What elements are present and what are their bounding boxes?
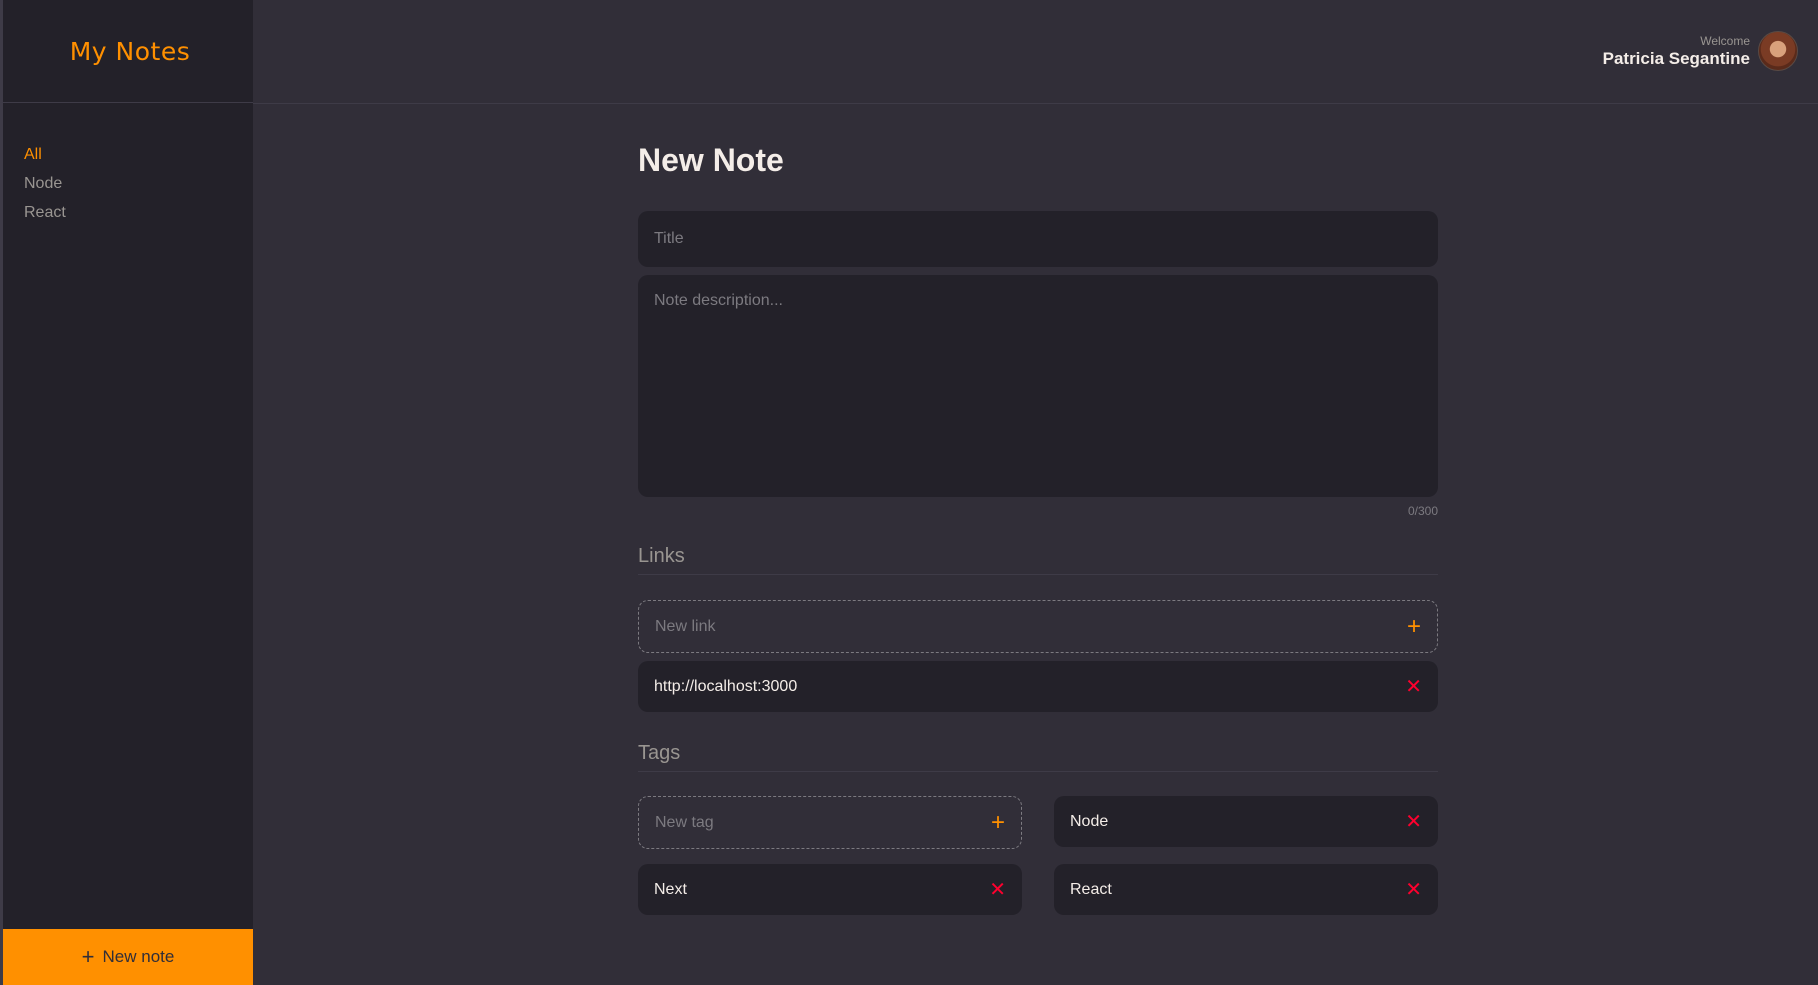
tag-item: React ✕: [1054, 864, 1438, 915]
new-link-input[interactable]: New link +: [638, 600, 1438, 653]
new-note-label: New note: [102, 947, 175, 966]
remove-tag-icon[interactable]: ✕: [1405, 812, 1422, 832]
remove-tag-icon[interactable]: ✕: [1405, 880, 1422, 900]
new-tag-input[interactable]: New tag +: [638, 796, 1022, 849]
add-tag-icon[interactable]: +: [991, 810, 1005, 835]
header: Welcome Patricia Segantine: [253, 0, 1818, 104]
tag-item: Next ✕: [638, 864, 1022, 915]
title-placeholder: Title: [654, 230, 684, 247]
user-profile[interactable]: Welcome Patricia Segantine: [1603, 31, 1798, 71]
description-textarea[interactable]: Note description...: [638, 275, 1438, 497]
new-note-form: New Note Title Note description... 0/300…: [638, 140, 1438, 915]
brand: My Notes: [3, 0, 253, 103]
avatar[interactable]: [1758, 31, 1798, 71]
sidebar: My Notes All Node React + New note: [0, 0, 253, 985]
tag-label: Node: [1070, 812, 1109, 830]
menu-item-react[interactable]: React: [24, 198, 253, 227]
tag-label: Next: [654, 880, 687, 898]
menu-item-all[interactable]: All: [24, 140, 253, 169]
link-url[interactable]: http://localhost:3000: [654, 678, 797, 696]
user-name[interactable]: Patricia Segantine: [1603, 49, 1750, 69]
profile-text: Welcome Patricia Segantine: [1603, 34, 1750, 69]
tag-filter-menu: All Node React: [3, 103, 253, 227]
tags-grid: New tag + Node ✕ Next ✕ React ✕: [638, 796, 1438, 915]
new-tag-placeholder: New tag: [655, 813, 714, 831]
title-input[interactable]: Title: [638, 211, 1438, 267]
tag-label: React: [1070, 880, 1112, 898]
remove-tag-icon[interactable]: ✕: [989, 880, 1006, 900]
links-section-title: Links: [638, 545, 1438, 575]
add-link-icon[interactable]: +: [1407, 614, 1421, 639]
description-placeholder: Note description...: [654, 292, 783, 309]
new-link-placeholder: New link: [655, 617, 716, 635]
menu-item-node[interactable]: Node: [24, 169, 253, 198]
page-title: New Note: [638, 142, 784, 178]
welcome-text: Welcome: [1700, 33, 1750, 48]
remove-link-icon[interactable]: ✕: [1405, 677, 1422, 697]
tags-section-title: Tags: [638, 742, 1438, 772]
plus-icon: +: [81, 944, 95, 969]
link-item: http://localhost:3000 ✕: [638, 661, 1438, 712]
tag-item: Node ✕: [1054, 796, 1438, 847]
brand-logo[interactable]: My Notes: [66, 37, 191, 66]
char-counter: 0/300: [1407, 504, 1438, 518]
new-note-button[interactable]: + New note: [3, 929, 253, 985]
